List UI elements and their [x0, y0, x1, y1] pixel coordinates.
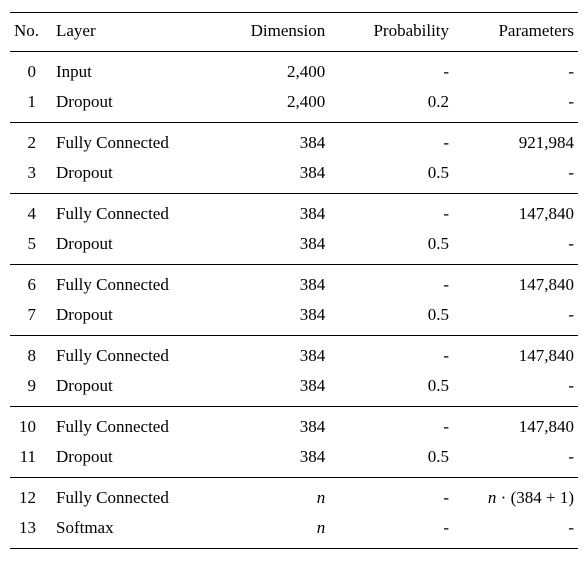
cell-probability: 0.5: [343, 229, 455, 265]
cell-dimension: 384: [217, 194, 343, 230]
table-row: 8Fully Connected384-147,840: [10, 336, 578, 372]
cell-probability: -: [343, 336, 455, 372]
table-row: 5Dropout3840.5-: [10, 229, 578, 265]
cell-dimension: n: [217, 513, 343, 549]
cell-no: 5: [10, 229, 52, 265]
cell-layer: Dropout: [52, 442, 217, 478]
cell-no: 13: [10, 513, 52, 549]
cell-probability: -: [343, 407, 455, 443]
table-row: 7Dropout3840.5-: [10, 300, 578, 336]
cell-layer: Dropout: [52, 300, 217, 336]
cell-dimension: 2,400: [217, 87, 343, 123]
cell-probability: 0.5: [343, 300, 455, 336]
cell-layer: Fully Connected: [52, 336, 217, 372]
cell-layer: Softmax: [52, 513, 217, 549]
cell-probability: -: [343, 478, 455, 514]
cell-dimension: 2,400: [217, 52, 343, 88]
table-body: 0Input2,400--1Dropout2,4000.2-2Fully Con…: [10, 52, 578, 549]
cell-no: 8: [10, 336, 52, 372]
cell-no: 10: [10, 407, 52, 443]
cell-no: 2: [10, 123, 52, 159]
cell-layer: Fully Connected: [52, 123, 217, 159]
table-row: 1Dropout2,4000.2-: [10, 87, 578, 123]
cell-layer: Dropout: [52, 229, 217, 265]
cell-parameters: -: [455, 371, 578, 407]
cell-layer: Fully Connected: [52, 478, 217, 514]
cell-dimension: 384: [217, 300, 343, 336]
cell-parameters: -: [455, 513, 578, 549]
table-row: 3Dropout3840.5-: [10, 158, 578, 194]
table-row: 9Dropout3840.5-: [10, 371, 578, 407]
header-no: No.: [10, 13, 52, 52]
cell-parameters: 921,984: [455, 123, 578, 159]
cell-parameters: -: [455, 300, 578, 336]
cell-parameters: n · (384 + 1): [455, 478, 578, 514]
cell-layer: Fully Connected: [52, 194, 217, 230]
layer-table: No. Layer Dimension Probability Paramete…: [10, 12, 578, 549]
cell-dimension: 384: [217, 371, 343, 407]
cell-dimension: 384: [217, 265, 343, 301]
cell-dimension: n: [217, 478, 343, 514]
cell-layer: Input: [52, 52, 217, 88]
cell-dimension: 384: [217, 336, 343, 372]
cell-parameters: 147,840: [455, 194, 578, 230]
table-row: 6Fully Connected384-147,840: [10, 265, 578, 301]
cell-parameters: 147,840: [455, 265, 578, 301]
cell-dimension: 384: [217, 158, 343, 194]
cell-no: 11: [10, 442, 52, 478]
cell-layer: Fully Connected: [52, 265, 217, 301]
header-row: No. Layer Dimension Probability Paramete…: [10, 13, 578, 52]
header-layer: Layer: [52, 13, 217, 52]
cell-parameters: -: [455, 158, 578, 194]
table-row: 0Input2,400--: [10, 52, 578, 88]
cell-probability: 0.5: [343, 442, 455, 478]
cell-probability: -: [343, 52, 455, 88]
cell-probability: -: [343, 513, 455, 549]
header-probability: Probability: [343, 13, 455, 52]
cell-probability: -: [343, 194, 455, 230]
cell-probability: 0.5: [343, 158, 455, 194]
header-parameters: Parameters: [455, 13, 578, 52]
cell-probability: 0.2: [343, 87, 455, 123]
cell-no: 4: [10, 194, 52, 230]
cell-probability: -: [343, 123, 455, 159]
cell-dimension: 384: [217, 407, 343, 443]
cell-parameters: -: [455, 442, 578, 478]
table-row: 2Fully Connected384-921,984: [10, 123, 578, 159]
cell-dimension: 384: [217, 229, 343, 265]
cell-dimension: 384: [217, 442, 343, 478]
cell-no: 3: [10, 158, 52, 194]
cell-layer: Fully Connected: [52, 407, 217, 443]
cell-parameters: -: [455, 52, 578, 88]
cell-no: 7: [10, 300, 52, 336]
cell-no: 6: [10, 265, 52, 301]
cell-probability: -: [343, 265, 455, 301]
header-dimension: Dimension: [217, 13, 343, 52]
table-row: 11Dropout3840.5-: [10, 442, 578, 478]
cell-parameters: 147,840: [455, 336, 578, 372]
cell-parameters: 147,840: [455, 407, 578, 443]
cell-no: 12: [10, 478, 52, 514]
cell-no: 0: [10, 52, 52, 88]
cell-parameters: -: [455, 87, 578, 123]
cell-no: 1: [10, 87, 52, 123]
cell-no: 9: [10, 371, 52, 407]
cell-layer: Dropout: [52, 158, 217, 194]
cell-layer: Dropout: [52, 371, 217, 407]
cell-probability: 0.5: [343, 371, 455, 407]
table-row: 10Fully Connected384-147,840: [10, 407, 578, 443]
table-row: 4Fully Connected384-147,840: [10, 194, 578, 230]
table-row: 13Softmaxn--: [10, 513, 578, 549]
cell-layer: Dropout: [52, 87, 217, 123]
cell-dimension: 384: [217, 123, 343, 159]
table-row: 12Fully Connectedn-n · (384 + 1): [10, 478, 578, 514]
cell-parameters: -: [455, 229, 578, 265]
